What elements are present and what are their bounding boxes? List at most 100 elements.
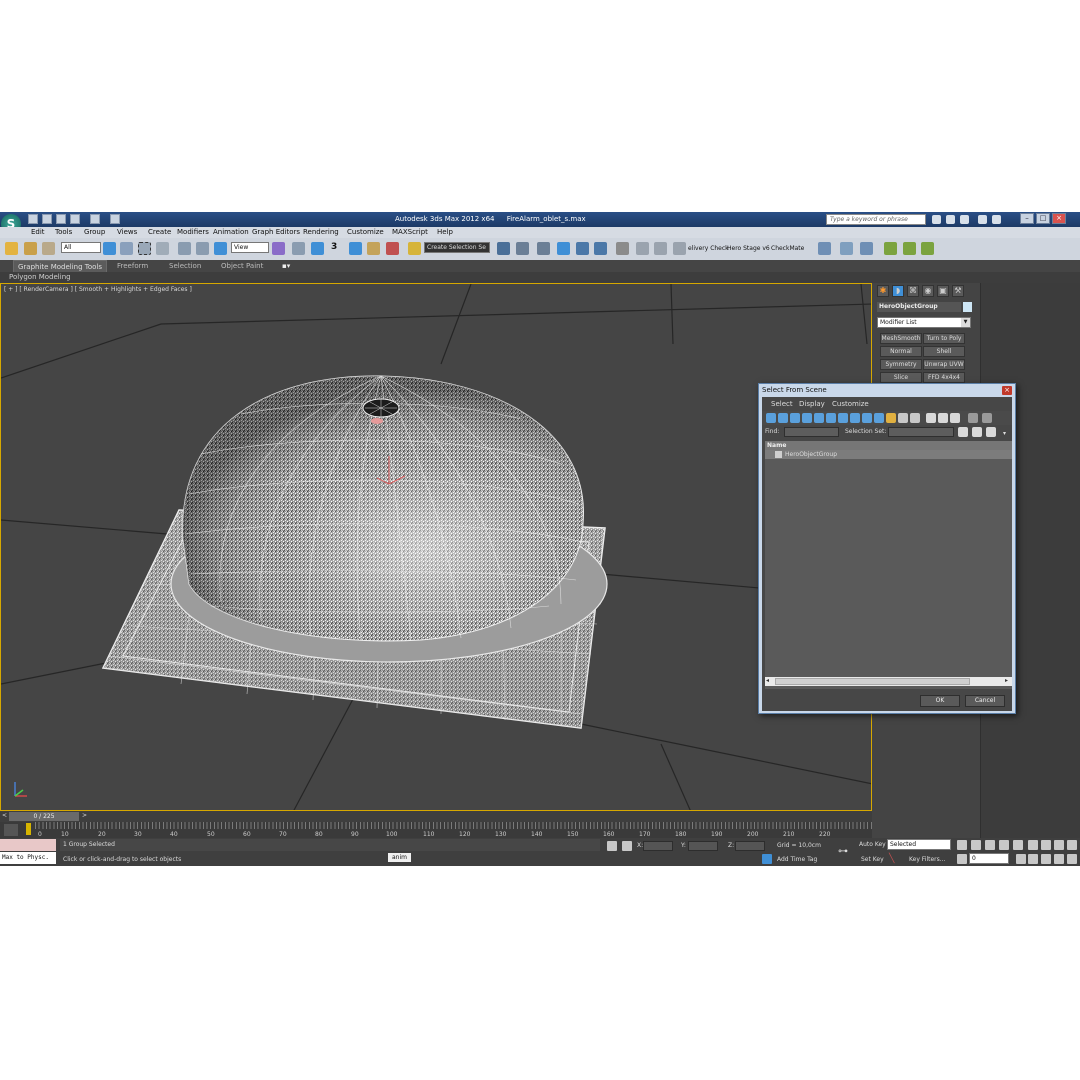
motion-panel-tab[interactable]: ◉ xyxy=(922,285,934,297)
select-by-name-icon[interactable] xyxy=(120,242,133,255)
layer-manager-icon[interactable] xyxy=(537,242,550,255)
utilities-panel-tab[interactable]: ⚒ xyxy=(952,285,964,297)
key-filters-button[interactable]: Key Filters... xyxy=(909,856,946,863)
menu-rendering[interactable]: Rendering xyxy=(303,228,339,236)
set-key-icon[interactable]: ⊶ xyxy=(838,846,848,857)
scroll-left-icon[interactable]: ◂ xyxy=(766,677,769,684)
menu-tools[interactable]: Tools xyxy=(55,228,72,236)
z-coordinate-field[interactable] xyxy=(735,841,765,851)
bind-space-warp-icon[interactable] xyxy=(42,242,55,255)
meshsmooth-button[interactable]: MeshSmooth xyxy=(880,333,922,344)
menu-create[interactable]: Create xyxy=(148,228,171,236)
pan-view-icon[interactable] xyxy=(1041,854,1051,864)
menu-animation[interactable]: Animation xyxy=(213,228,249,236)
find-input[interactable] xyxy=(784,427,839,437)
scene-object-list[interactable]: Name HeroObjectGroup ◂ ▸ xyxy=(765,441,1012,689)
key-mode-toggle-icon[interactable] xyxy=(957,854,967,864)
display-lights-icon[interactable] xyxy=(790,413,800,423)
minimize-icon[interactable]: – xyxy=(1020,213,1034,224)
material-editor-icon[interactable] xyxy=(616,242,629,255)
plugin-tool-icon-3[interactable] xyxy=(860,242,873,255)
delivery-check-button[interactable]: elivery Check xyxy=(688,245,729,252)
rendered-frame-window-icon[interactable] xyxy=(654,242,667,255)
angle-snap-icon[interactable] xyxy=(349,242,362,255)
x-coordinate-field[interactable] xyxy=(643,841,673,851)
checkmate-button[interactable]: CheckMate xyxy=(771,245,804,252)
zoom-icon[interactable] xyxy=(1028,840,1038,850)
perspective-viewport[interactable]: [ + ] [ RenderCamera ] [ Smooth + Highli… xyxy=(0,283,872,811)
track-bar[interactable]: 10 20 30 40 50 60 70 80 90 100 110 120 1… xyxy=(0,822,872,838)
ribbon-options-icon[interactable]: ▪▾ xyxy=(282,262,290,270)
close-icon[interactable]: × xyxy=(1002,386,1012,395)
modifier-list-dropdown[interactable]: Modifier List ▼ xyxy=(877,317,971,328)
cancel-button[interactable]: Cancel xyxy=(965,695,1005,707)
add-time-tag-button[interactable]: Add Time Tag xyxy=(777,856,817,863)
maxscript-listener-output[interactable] xyxy=(0,839,56,851)
graphite-toggle-icon[interactable] xyxy=(557,242,570,255)
display-panel-tab[interactable]: ▣ xyxy=(937,285,949,297)
unlink-icon[interactable] xyxy=(24,242,37,255)
current-frame-field[interactable]: 0 xyxy=(969,853,1009,864)
plugin-tool-icon-4[interactable] xyxy=(884,242,897,255)
move-icon[interactable] xyxy=(178,242,191,255)
filter-funnel-icon[interactable] xyxy=(968,413,978,423)
render-setup-icon[interactable] xyxy=(636,242,649,255)
pivot-center-icon[interactable] xyxy=(272,242,285,255)
display-all-icon[interactable] xyxy=(910,413,920,423)
plugin-tool-icon-6[interactable] xyxy=(921,242,934,255)
polygon-modeling-panel[interactable]: Polygon Modeling xyxy=(9,273,71,281)
scroll-right-icon[interactable]: ▸ xyxy=(1005,677,1008,684)
time-tag-icon[interactable] xyxy=(762,854,772,864)
normal-button[interactable]: Normal xyxy=(880,346,922,357)
symmetry-button[interactable]: Symmetry xyxy=(880,359,922,370)
display-helpers-icon[interactable] xyxy=(814,413,824,423)
display-space-warps-icon[interactable] xyxy=(826,413,836,423)
edit-named-selection-icon[interactable] xyxy=(408,242,421,255)
viewport-label[interactable]: [ + ] [ RenderCamera ] [ Smooth + Highli… xyxy=(4,286,192,293)
display-cameras-icon[interactable] xyxy=(802,413,812,423)
tab-object-paint[interactable]: Object Paint xyxy=(221,262,263,270)
display-xrefs-icon[interactable] xyxy=(850,413,860,423)
select-and-link-icon[interactable] xyxy=(5,242,18,255)
plugin-tool-icon-5[interactable] xyxy=(903,242,916,255)
render-teapot-icon[interactable] xyxy=(673,242,686,255)
rotate-icon[interactable] xyxy=(196,242,209,255)
maxscript-mini-listener[interactable]: Max to Physc. xyxy=(0,852,56,864)
time-next-icon[interactable]: > xyxy=(82,812,87,819)
display-none-icon[interactable] xyxy=(926,413,936,423)
shell-button[interactable]: Shell xyxy=(923,346,965,357)
spinner-snap-icon[interactable] xyxy=(386,242,399,255)
selection-lock-icon[interactable] xyxy=(607,841,617,851)
keyboard-shortcut-override-icon[interactable] xyxy=(311,242,324,255)
dialog-menu-display[interactable]: Display xyxy=(799,400,825,408)
selection-set-dropdown[interactable] xyxy=(888,427,954,437)
help-icon[interactable] xyxy=(992,215,1001,224)
auto-key-button[interactable]: Auto Key xyxy=(859,841,886,848)
select-manipulate-icon[interactable] xyxy=(292,242,305,255)
display-geometry-icon[interactable] xyxy=(766,413,776,423)
go-to-end-icon[interactable] xyxy=(1013,840,1023,850)
filter-options-icon[interactable] xyxy=(982,413,992,423)
plugin-tool-icon-2[interactable] xyxy=(840,242,853,255)
dialog-menu-customize[interactable]: Customize xyxy=(832,400,869,408)
undo-icon[interactable] xyxy=(70,214,80,224)
plugin-tool-icon-1[interactable] xyxy=(818,242,831,255)
absolute-mode-icon[interactable] xyxy=(622,841,632,851)
horizontal-scrollbar[interactable]: ◂ ▸ xyxy=(765,677,1012,686)
menu-modifiers[interactable]: Modifiers xyxy=(177,228,209,236)
percent-snap-icon[interactable] xyxy=(367,242,380,255)
display-containers-icon[interactable] xyxy=(874,413,884,423)
key-mode-dropdown[interactable]: Selected xyxy=(887,839,951,850)
mirror-icon[interactable] xyxy=(497,242,510,255)
zoom-extents-all-icon[interactable] xyxy=(1067,840,1077,850)
open-file-icon[interactable] xyxy=(42,214,52,224)
modify-panel-tab[interactable]: ◗ xyxy=(892,285,904,297)
favorites-star-icon[interactable] xyxy=(978,215,987,224)
time-configuration-icon[interactable] xyxy=(1016,854,1026,864)
time-prev-icon[interactable]: < xyxy=(2,812,7,819)
menu-help[interactable]: Help xyxy=(437,228,453,236)
previous-frame-icon[interactable] xyxy=(971,840,981,850)
selection-filter-dropdown[interactable]: All xyxy=(61,242,101,253)
snaps-toggle-icon[interactable]: 3 xyxy=(331,242,344,255)
display-bones-icon[interactable] xyxy=(862,413,872,423)
